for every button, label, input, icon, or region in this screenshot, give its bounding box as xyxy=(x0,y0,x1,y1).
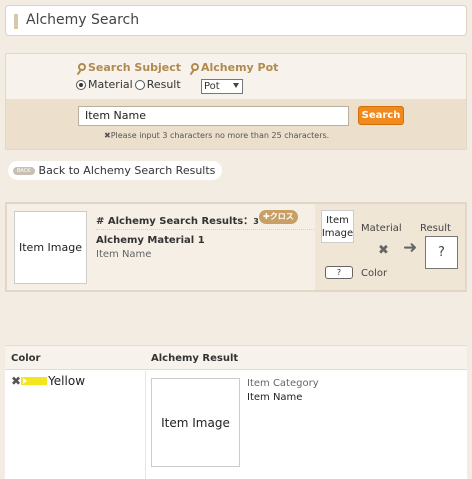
alchemy-pot-label: Alchemy Pot xyxy=(191,61,278,74)
pot-select[interactable]: Pot xyxy=(201,79,243,94)
input-hint: ✖Please input 3 characters no more than … xyxy=(104,131,330,140)
arrow-right-icon: ➜ xyxy=(403,238,418,258)
search-options: Search Subject Alchemy Pot Material Resu… xyxy=(6,54,466,99)
cross-badge[interactable]: ✚クロス xyxy=(259,210,298,224)
search-icon xyxy=(191,63,199,71)
column-header-result: Alchemy Result xyxy=(151,353,239,364)
back-to-results-link[interactable]: BACK Back to Alchemy Search Results xyxy=(8,161,223,180)
result-label: Result xyxy=(420,223,451,234)
results-table: Color Alchemy Result ✖ Yellow Item Image… xyxy=(5,345,467,479)
recipe-item-image[interactable]: Item Image xyxy=(321,210,354,243)
item-category: Item Category xyxy=(247,378,319,389)
radio-material[interactable] xyxy=(76,79,86,90)
title-bar: Alchemy Search xyxy=(5,5,467,36)
radio-result[interactable] xyxy=(134,79,145,90)
table-header: Color Alchemy Result xyxy=(5,345,467,370)
color-label: Color xyxy=(361,268,388,279)
material-label: Material xyxy=(361,223,402,234)
cross-icon: ✖ xyxy=(378,243,389,258)
color-swatch xyxy=(21,377,48,385)
recipe-panel: Item Image Material Result ✖ ➜ ? ? Color xyxy=(315,204,465,290)
color-name: Yellow xyxy=(48,374,86,388)
item-name-input[interactable]: Item Name xyxy=(78,106,349,126)
color-unknown[interactable]: ? xyxy=(325,266,353,279)
material-name[interactable]: Alchemy Material 1 xyxy=(96,235,205,246)
title-accent xyxy=(14,14,18,29)
search-button[interactable]: Search xyxy=(358,106,404,125)
results-heading: # Alchemy Search Results：3 xyxy=(96,216,259,227)
column-header-color: Color xyxy=(11,353,41,364)
search-panel: Search Subject Alchemy Pot Material Resu… xyxy=(5,53,467,150)
search-subject-label: Search Subject xyxy=(78,61,181,74)
radio-result-label[interactable]: Result xyxy=(147,78,181,91)
cross-icon: ✖ xyxy=(11,374,22,388)
table-row-color: ✖ Yellow xyxy=(11,374,85,388)
result-card: Item Image # Alchemy Search Results：3 ✚ク… xyxy=(5,202,467,292)
material-item-name: Item Name xyxy=(96,249,152,260)
back-icon: BACK xyxy=(13,166,35,175)
column-divider xyxy=(145,371,146,479)
result-unknown[interactable]: ? xyxy=(425,236,458,269)
search-subject-radios: Material Result xyxy=(76,78,181,91)
radio-material-label[interactable]: Material xyxy=(88,78,133,91)
result-item-image[interactable]: Item Image xyxy=(151,378,240,467)
dropdown-icon xyxy=(233,83,239,88)
divider xyxy=(96,229,314,230)
result-item-name[interactable]: Item Name xyxy=(247,392,302,403)
search-icon xyxy=(78,63,86,71)
page-title: Alchemy Search xyxy=(26,12,140,28)
back-link-label: Back to Alchemy Search Results xyxy=(38,164,216,177)
item-image[interactable]: Item Image xyxy=(14,211,87,284)
